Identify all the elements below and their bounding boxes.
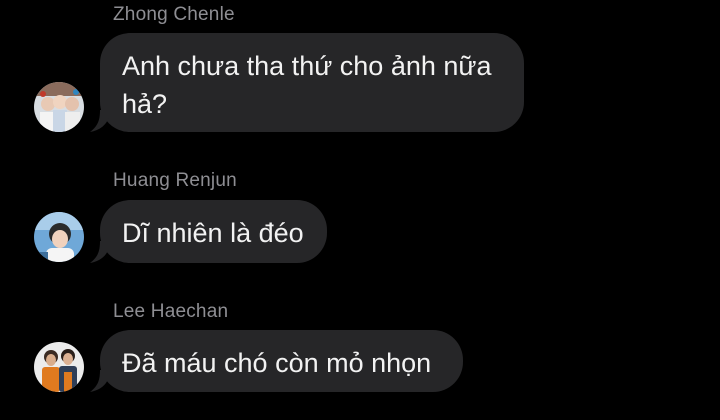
sender-name: Huang Renjun bbox=[113, 170, 237, 191]
message-bubble[interactable]: Dĩ nhiên là đéo bbox=[100, 200, 327, 263]
message-bubble[interactable]: Đã máu chó còn mỏ nhọn bbox=[100, 330, 463, 392]
message-text: Dĩ nhiên là đéo bbox=[122, 218, 304, 248]
avatar[interactable] bbox=[34, 82, 84, 132]
group-photo-avatar-icon bbox=[34, 82, 84, 132]
bubble-tail-icon bbox=[90, 370, 110, 392]
avatar[interactable] bbox=[34, 212, 84, 262]
avatar[interactable] bbox=[34, 342, 84, 392]
message-text: Đã máu chó còn mỏ nhọn bbox=[122, 348, 432, 378]
bubble-tail-icon bbox=[90, 110, 110, 132]
message-text: Anh chưa tha thứ cho ảnh nữa hả? bbox=[122, 51, 492, 119]
two-people-photo-avatar-icon bbox=[34, 342, 84, 392]
message-bubble[interactable]: Anh chưa tha thứ cho ảnh nữa hả? bbox=[100, 33, 524, 132]
person-photo-avatar-icon bbox=[34, 212, 84, 262]
sender-name: Zhong Chenle bbox=[113, 4, 235, 25]
sender-name: Lee Haechan bbox=[113, 301, 229, 322]
bubble-tail-icon bbox=[90, 241, 110, 263]
